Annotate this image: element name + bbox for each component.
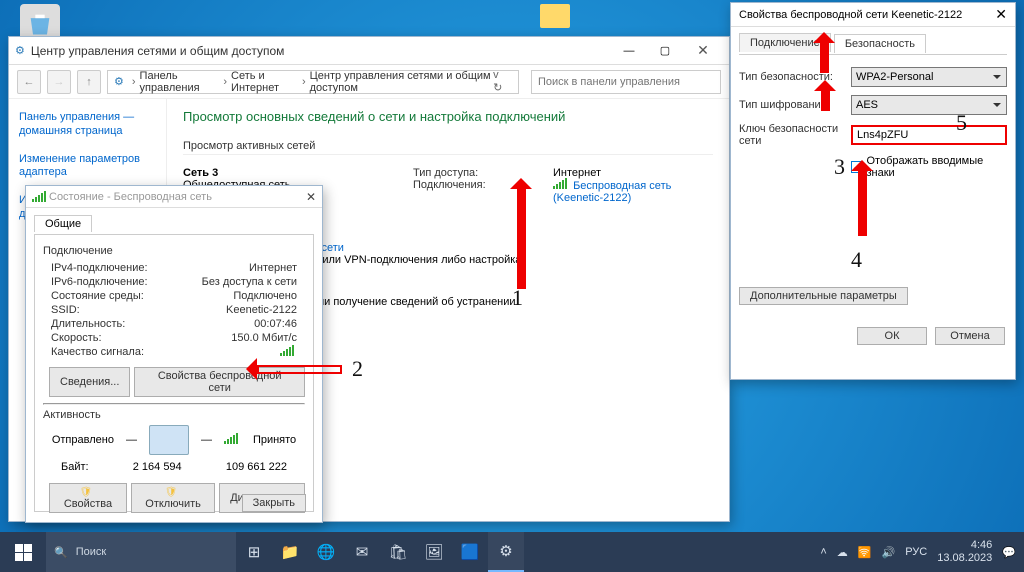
- sent-label: Отправлено: [52, 434, 114, 446]
- page-heading: Просмотр основных сведений о сети и наст…: [183, 109, 713, 124]
- encryption-label: Тип шифрования:: [739, 99, 851, 111]
- encryption-combo[interactable]: AES: [851, 95, 1007, 115]
- tray-network-icon[interactable]: 🛜: [858, 546, 872, 559]
- tray-chevron-icon[interactable]: ˄: [820, 546, 826, 558]
- row-label: SSID:: [51, 304, 80, 316]
- row-value: Keenetic-2122: [226, 304, 297, 316]
- cancel-button[interactable]: Отмена: [935, 327, 1005, 345]
- row-label: IPv6-подключение:: [51, 276, 148, 288]
- task-view-icon[interactable]: ⊞: [236, 532, 272, 572]
- taskbar-clock[interactable]: 4:4613.08.2023: [937, 539, 992, 564]
- edge-icon[interactable]: 🌐: [308, 532, 344, 572]
- breadcrumb-item[interactable]: Центр управления сетями и общим доступом: [310, 70, 494, 94]
- ok-button[interactable]: ОК: [857, 327, 927, 345]
- control-panel-taskbar-icon[interactable]: ⚙: [488, 532, 524, 572]
- minimize-button[interactable]: —: [611, 45, 647, 57]
- close-button[interactable]: ✕: [306, 190, 316, 204]
- dialog-title: Свойства беспроводной сети Keenetic-2122: [739, 9, 962, 21]
- start-button[interactable]: [0, 532, 46, 572]
- properties-button[interactable]: Свойства: [49, 483, 127, 513]
- sidebar-link-home[interactable]: Панель управления — домашняя страница: [19, 111, 156, 139]
- breadcrumb-icon: ⚙: [114, 75, 124, 88]
- close-button[interactable]: ✕: [683, 37, 723, 64]
- breadcrumb-bar[interactable]: ⚙ › Панель управления› Сеть и Интернет› …: [107, 70, 519, 94]
- tray-onedrive-icon[interactable]: ☁: [837, 546, 848, 559]
- bytes-label: Байт:: [61, 461, 89, 473]
- wifi-signal-icon: [553, 179, 567, 189]
- network-name: Сеть 3: [183, 167, 218, 179]
- security-type-combo[interactable]: WPA2-Personal: [851, 67, 1007, 87]
- row-label: Качество сигнала:: [51, 346, 144, 358]
- window-title: Центр управления сетями и общим доступом: [31, 44, 611, 58]
- wifi-status-dialog: Состояние - Беспроводная сеть ✕ Общие По…: [25, 185, 323, 523]
- show-characters-checkbox[interactable]: ✓Отображать вводимые знаки: [851, 155, 1007, 179]
- search-input[interactable]: [531, 70, 721, 94]
- group-activity: Активность: [43, 409, 305, 421]
- taskbar-search[interactable]: 🔍 Поиск: [46, 532, 236, 572]
- connection-link[interactable]: Беспроводная сеть(Keenetic-2122): [553, 180, 671, 204]
- security-type-label: Тип безопасности:: [739, 71, 851, 83]
- bytes-received: 109 661 222: [226, 461, 287, 473]
- sidebar-link-adapter[interactable]: Изменение параметров адаптера: [19, 153, 156, 181]
- section-active-networks: Просмотр активных сетей: [183, 134, 713, 155]
- row-label: Состояние среды:: [51, 290, 144, 302]
- row-value: 00:07:46: [254, 318, 297, 330]
- tab-security[interactable]: Безопасность: [834, 34, 926, 53]
- received-label: Принято: [253, 434, 296, 446]
- wireless-properties-button[interactable]: Свойства беспроводной сети: [134, 367, 305, 397]
- wifi-signal-icon: [32, 192, 46, 202]
- close-button[interactable]: ✕: [995, 6, 1007, 23]
- tab-general[interactable]: Общие: [34, 215, 92, 232]
- connections-label: Подключения:: [413, 179, 486, 191]
- breadcrumb-item[interactable]: Панель управления: [140, 70, 220, 94]
- desktop-folder-icon[interactable]: [540, 4, 570, 28]
- row-value: Интернет: [249, 262, 297, 274]
- tray-language[interactable]: РУС: [905, 546, 927, 558]
- explorer-icon[interactable]: 📁: [272, 532, 308, 572]
- security-key-input[interactable]: [851, 125, 1007, 145]
- row-value: Подключено: [233, 290, 297, 302]
- tray-notifications-icon[interactable]: 💬: [1002, 546, 1016, 559]
- maximize-button[interactable]: ▢: [647, 44, 683, 57]
- netcenter-app-icon: ⚙: [15, 44, 25, 57]
- row-value: 150.0 Мбит/с: [231, 332, 297, 344]
- photos-icon[interactable]: 🖼: [416, 532, 452, 572]
- tray-volume-icon[interactable]: 🔊: [882, 546, 896, 559]
- wifi-signal-icon: [280, 346, 294, 356]
- tab-connection[interactable]: Подключение: [739, 33, 831, 52]
- close-dialog-button[interactable]: Закрыть: [242, 494, 306, 512]
- nav-up-button[interactable]: ↑: [77, 70, 101, 94]
- security-key-label: Ключ безопасности сети: [739, 123, 851, 147]
- row-value: Без доступа к сети: [202, 276, 297, 288]
- details-button[interactable]: Сведения...: [49, 367, 130, 397]
- search-icon: 🔍: [54, 546, 68, 559]
- dialog-title: Состояние - Беспроводная сеть: [49, 191, 212, 203]
- computer-icon: [149, 425, 189, 455]
- row-label: IPv4-подключение:: [51, 262, 148, 274]
- store-icon[interactable]: 🛍: [380, 532, 416, 572]
- row-label: Скорость:: [51, 332, 102, 344]
- wifi-signal-icon: [224, 434, 238, 444]
- taskbar: 🔍 Поиск ⊞ 📁 🌐 ✉ 🛍 🖼 🟦 ⚙ ˄ ☁ 🛜 🔊 РУС 4:461…: [0, 532, 1024, 572]
- access-type-label: Тип доступа:: [413, 167, 478, 179]
- wireless-properties-dialog: Свойства беспроводной сети Keenetic-2122…: [730, 2, 1016, 380]
- nav-back-button[interactable]: ←: [17, 70, 41, 94]
- row-label: Длительность:: [51, 318, 125, 330]
- show-characters-label: Отображать вводимые знаки: [866, 155, 1007, 179]
- nav-forward-button[interactable]: →: [47, 70, 71, 94]
- mail-icon[interactable]: ✉: [344, 532, 380, 572]
- advanced-button[interactable]: Дополнительные параметры: [739, 287, 908, 305]
- access-type-value: Интернет: [553, 167, 601, 179]
- app-icon[interactable]: 🟦: [452, 532, 488, 572]
- search-placeholder: Поиск: [76, 546, 106, 558]
- group-connection: Подключение: [43, 245, 305, 257]
- breadcrumb-item[interactable]: Сеть и Интернет: [231, 70, 298, 94]
- bytes-sent: 2 164 594: [133, 461, 182, 473]
- disable-button[interactable]: Отключить: [131, 483, 215, 513]
